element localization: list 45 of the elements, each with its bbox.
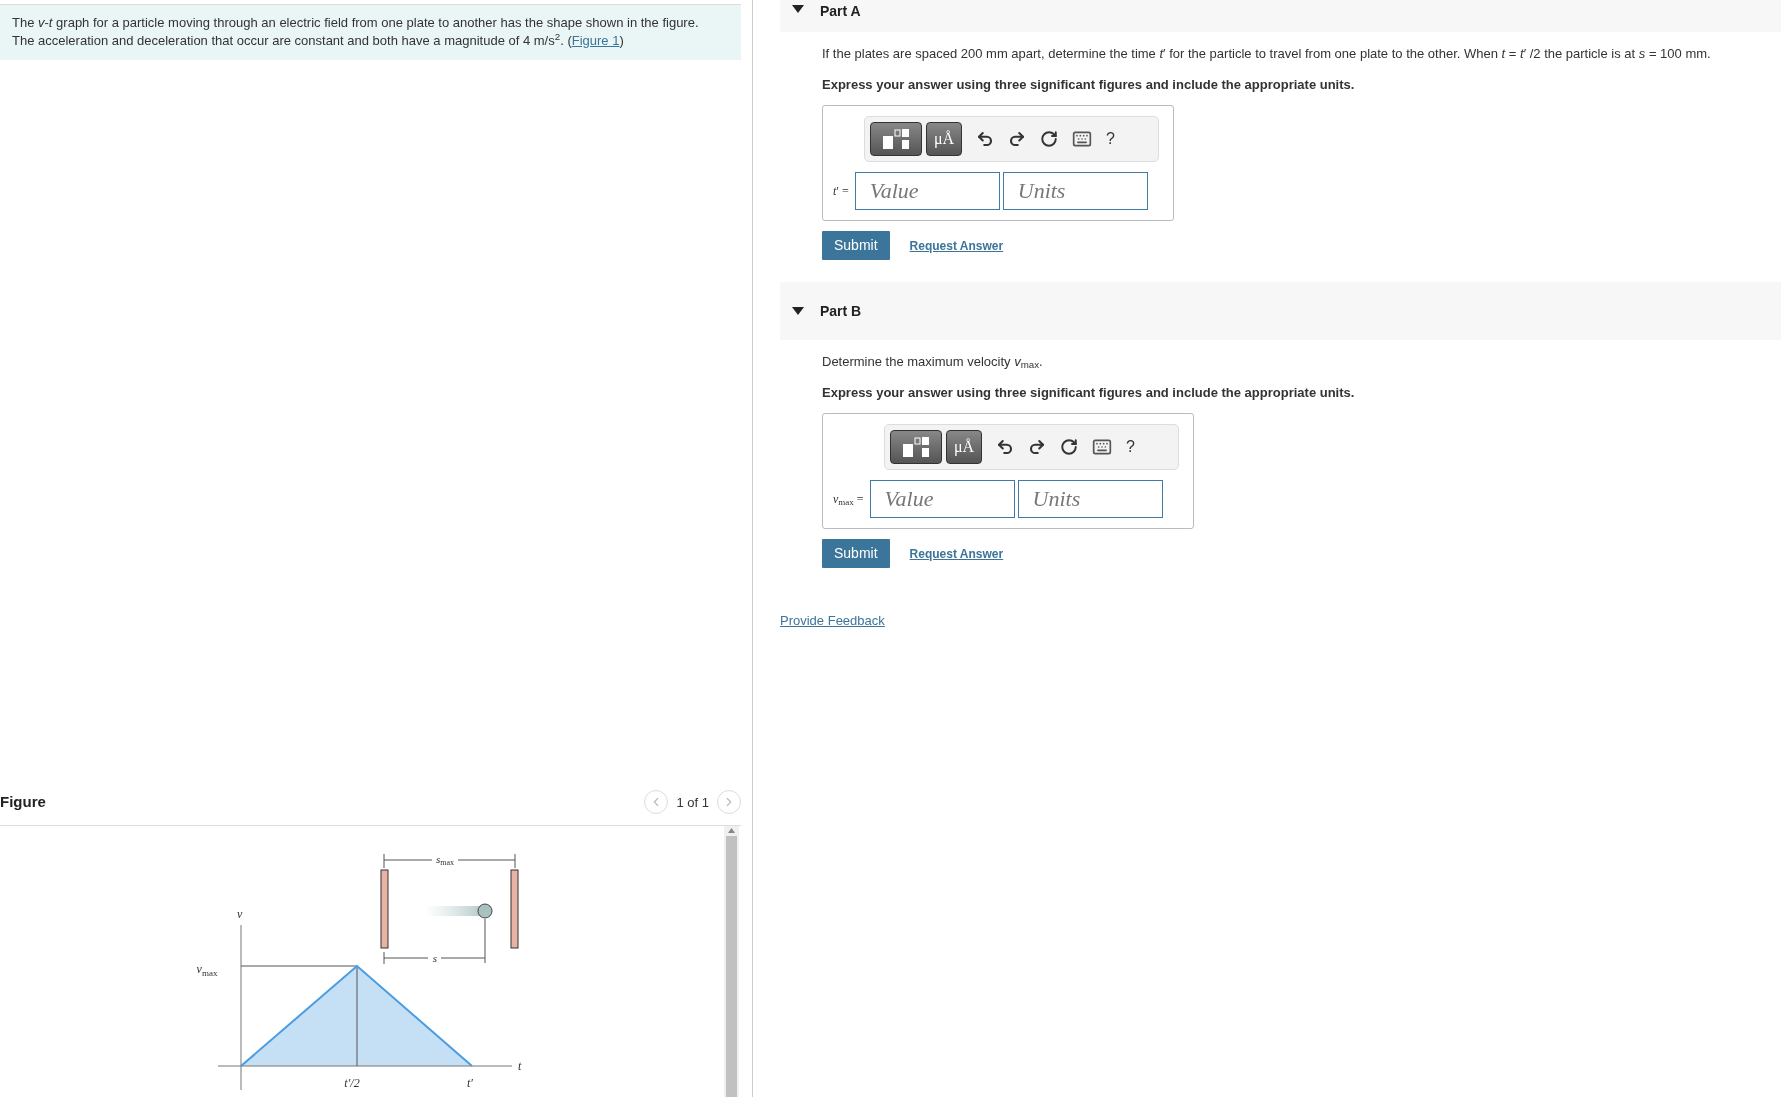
part-title: Part B [820,301,862,321]
value-field[interactable]: Value [854,172,1000,210]
keyboard-icon[interactable] [1072,129,1092,149]
submit-button[interactable]: Submit [822,539,890,568]
templates-button[interactable] [870,122,922,156]
templates-icon [901,436,931,458]
question-text: If the plates are spaced 200 mm apart, determine the time t′ for the particle to travel from one plate to the other. When t = t′ /2 the particle is at s = 100 mm. [822,45,1712,63]
reset-icon[interactable] [1040,130,1058,148]
velocity-time-diagram-drawing: v v$_{max}$ t′/2 t′ t s$_{max}$ s [0,828,560,1097]
submit-button[interactable]: Submit [822,231,890,260]
help-button[interactable]: ? [1126,435,1135,459]
scroll-up-icon[interactable] [728,828,735,833]
undo-icon[interactable] [976,130,994,148]
request-answer-link[interactable]: Request Answer [909,544,1004,563]
scrollbar[interactable] [724,826,739,1097]
units-button[interactable]: μÅ [926,122,962,156]
instruction-text: Express your answer using three significant figures and include the appropriate units. [822,75,1356,94]
value-field[interactable]: Value [869,480,1015,518]
feedback-link[interactable]: Provide Feedback [780,611,885,631]
units-button[interactable]: μÅ [946,430,982,464]
problem-text: The v-t graph for a particle moving through an electric field from one plate to another has the shape shown in the figure. The acceleration and deceleration that occur are constant and both have a magnitude of 4 m/s$^{2}$. (Figure 1) [12,14,700,50]
question-text: Determine the maximum velocity v$_{max}$. [822,353,1044,372]
page-counter: 1 of 1 [676,793,709,812]
help-button[interactable]: ? [1106,127,1115,151]
figure-link[interactable]: Figure 1 [571,33,620,48]
instruction-text: Express your answer using three significant figures and include the appropriate units. [822,383,1356,402]
part-title: Part A [820,2,861,21]
keyboard-icon[interactable] [1092,437,1112,457]
redo-icon[interactable] [1028,438,1046,456]
undo-icon[interactable] [996,438,1014,456]
request-answer-link[interactable]: Request Answer [909,236,1004,255]
units-field[interactable]: Units [1017,480,1163,518]
part-header[interactable]: Part A [780,0,1781,32]
caret-down-icon [792,307,804,315]
caret-down-icon [792,5,804,13]
answer-label: v$_{max}$ = [833,491,864,508]
units-field[interactable]: Units [1002,172,1148,210]
scroll-thumb[interactable] [726,836,737,1097]
redo-icon[interactable] [1008,130,1026,148]
reset-icon[interactable] [1060,438,1078,456]
part-header[interactable]: Part B [780,282,1781,340]
figure-title: Figure [0,792,46,813]
answer-label: t′ = [833,183,849,200]
templates-icon [881,128,911,150]
templates-button[interactable] [890,430,942,464]
